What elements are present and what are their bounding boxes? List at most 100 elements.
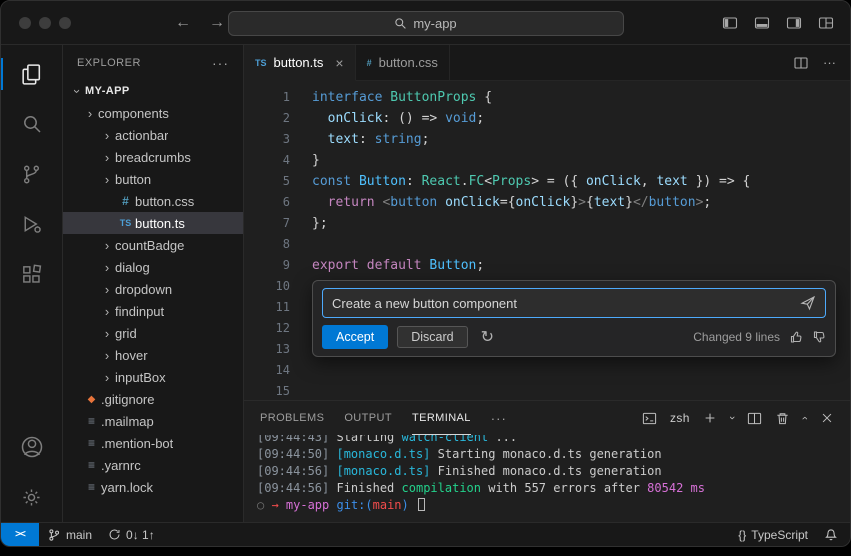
- tab-button.ts[interactable]: TS button.ts ×: [244, 45, 356, 81]
- tree-item-.yarnrc[interactable]: ≡ .yarnrc: [63, 454, 243, 476]
- folder-chevron-icon: ›: [104, 149, 110, 165]
- bottom-panel: PROBLEMS OUTPUT TERMINAL ··· zsh › › [09…: [244, 400, 850, 522]
- file-type-icon: #: [122, 194, 129, 208]
- tree-item-dropdown[interactable]: › dropdown: [63, 278, 243, 300]
- discard-button[interactable]: Discard: [397, 326, 468, 348]
- tree-item-label: button: [115, 171, 152, 187]
- back-button[interactable]: ←: [175, 14, 191, 32]
- sync-status-item[interactable]: 0↓ 1↑: [100, 523, 163, 546]
- code-line: 1 interface ButtonProps {: [244, 87, 850, 108]
- explorer-icon: [19, 62, 44, 87]
- new-terminal-icon[interactable]: [703, 411, 717, 425]
- tree-item-countBadge[interactable]: › countBadge: [63, 234, 243, 256]
- code-line: 15: [244, 381, 850, 400]
- tree-item-button.ts[interactable]: TS button.ts: [63, 212, 243, 234]
- status-bar-right: {} TypeScript: [730, 523, 850, 546]
- tree-item-yarn.lock[interactable]: ≡ yarn.lock: [63, 476, 243, 498]
- thumbs-up-icon[interactable]: [789, 330, 803, 344]
- code-line: 5 const Button: React.FC<Props> = ({ onC…: [244, 171, 850, 192]
- panel-tab-problems[interactable]: PROBLEMS: [260, 401, 324, 435]
- maximize-window-button[interactable]: [59, 16, 71, 29]
- line-number: 2: [282, 111, 290, 125]
- terminal-viewport[interactable]: [09:44:43] Starting watch-client ... [09:…: [244, 435, 850, 522]
- tree-item-.mailmap[interactable]: ≡ .mailmap: [63, 410, 243, 432]
- maximize-panel-chevron-icon[interactable]: ›: [799, 416, 811, 420]
- tree-item-label: .gitignore: [101, 391, 155, 407]
- close-window-button[interactable]: [19, 16, 31, 29]
- accept-button[interactable]: Accept: [322, 325, 389, 349]
- tree-root-folder[interactable]: › MY-APP: [63, 80, 243, 102]
- kill-terminal-icon[interactable]: [775, 411, 790, 426]
- minimize-window-button[interactable]: [39, 16, 51, 29]
- tree-item-components[interactable]: › components: [63, 102, 243, 124]
- toggle-primary-sidebar-icon[interactable]: [722, 15, 738, 31]
- more-actions-icon[interactable]: ···: [823, 55, 836, 70]
- tree-item-label: dropdown: [115, 281, 173, 297]
- folder-chevron-icon: ›: [104, 325, 110, 341]
- terminal-line: [09:44:50] [monaco.d.ts] Starting monaco…: [257, 447, 662, 461]
- line-number: 14: [275, 363, 290, 377]
- tree-item-.gitignore[interactable]: ◆ .gitignore: [63, 388, 243, 410]
- activity-run-debug[interactable]: [1, 199, 62, 249]
- toggle-secondary-sidebar-icon[interactable]: [786, 15, 802, 31]
- tree-item-dialog[interactable]: › dialog: [63, 256, 243, 278]
- code-text: export default Button;: [312, 258, 485, 273]
- tree-item-.mention-bot[interactable]: ≡ .mention-bot: [63, 432, 243, 454]
- code-line: 2 onClick: () => void;: [244, 108, 850, 129]
- activity-search[interactable]: [1, 99, 62, 149]
- terminal-profile-chevron-icon[interactable]: ›: [726, 416, 738, 420]
- tab-button.css[interactable]: # button.css: [356, 45, 450, 80]
- activity-source-control[interactable]: [1, 149, 62, 199]
- panel-more-actions-icon[interactable]: ···: [491, 401, 507, 435]
- code-editor[interactable]: 1 interface ButtonProps { 2 onClick: () …: [244, 81, 850, 400]
- tree-item-button[interactable]: › button: [63, 168, 243, 190]
- split-terminal-icon[interactable]: [747, 411, 762, 426]
- tree-item-hover[interactable]: › hover: [63, 344, 243, 366]
- language-mode-item[interactable]: {} TypeScript: [730, 523, 816, 546]
- activity-extensions[interactable]: [1, 249, 62, 299]
- braces-icon: {}: [738, 527, 747, 542]
- tree-item-inputBox[interactable]: › inputBox: [63, 366, 243, 388]
- branch-status-item[interactable]: main: [39, 523, 100, 546]
- panel-tab-output[interactable]: OUTPUT: [344, 401, 392, 435]
- activity-explorer[interactable]: [1, 49, 62, 99]
- tree-item-actionbar[interactable]: › actionbar: [63, 124, 243, 146]
- tree-item-grid[interactable]: › grid: [63, 322, 243, 344]
- editor-actions: ···: [779, 45, 850, 80]
- inline-chat-input-row: [322, 288, 826, 318]
- folder-chevron-icon: ›: [104, 127, 110, 143]
- code-line: 14: [244, 360, 850, 381]
- inline-chat-input[interactable]: [332, 295, 792, 311]
- thumbs-down-icon[interactable]: [812, 330, 826, 344]
- close-panel-icon[interactable]: [820, 411, 834, 425]
- customize-layout-icon[interactable]: [818, 15, 834, 31]
- forward-button[interactable]: →: [209, 14, 225, 32]
- send-icon[interactable]: [800, 295, 816, 311]
- terminal-toolbar: zsh › ›: [642, 401, 834, 435]
- tree-item-findinput[interactable]: › findinput: [63, 300, 243, 322]
- remote-indicator[interactable]: ><: [1, 523, 39, 546]
- tree-item-button.css[interactable]: # button.css: [63, 190, 243, 212]
- close-tab-icon[interactable]: ×: [335, 55, 343, 71]
- branch-icon: [47, 528, 61, 542]
- tree-item-breadcrumbs[interactable]: › breadcrumbs: [63, 146, 243, 168]
- panel-tab-terminal[interactable]: TERMINAL: [411, 401, 471, 435]
- split-editor-icon[interactable]: [793, 55, 809, 71]
- shell-label[interactable]: zsh: [670, 411, 690, 425]
- tab-strip: TS button.ts × # button.css: [244, 45, 450, 81]
- activity-settings[interactable]: [1, 472, 62, 522]
- activity-account[interactable]: [1, 422, 62, 472]
- rerun-icon[interactable]: ↻: [481, 327, 494, 347]
- notifications-item[interactable]: [816, 523, 850, 546]
- panel-tab-label: PROBLEMS: [260, 411, 325, 424]
- line-number: 15: [275, 384, 290, 398]
- line-number: 10: [275, 279, 290, 293]
- sidebar-more-actions-icon[interactable]: ···: [212, 55, 229, 71]
- code-line: 6 return <button onClick={onClick}>{text…: [244, 192, 850, 213]
- toggle-panel-icon[interactable]: [754, 15, 770, 31]
- line-number: 8: [282, 237, 290, 251]
- command-center-search[interactable]: my-app: [227, 11, 624, 36]
